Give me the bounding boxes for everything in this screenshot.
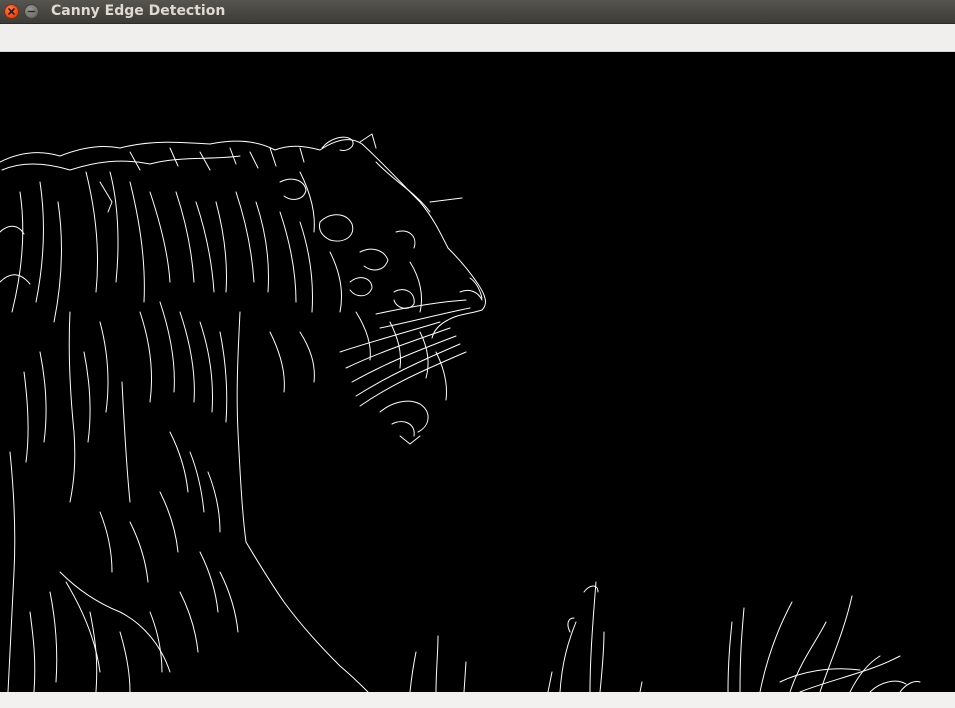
window-title: Canny Edge Detection bbox=[51, 3, 226, 19]
minimize-button[interactable] bbox=[24, 4, 39, 19]
close-button[interactable] bbox=[4, 4, 19, 19]
toolbar-area bbox=[0, 24, 955, 52]
app-window: Canny Edge Detection bbox=[0, 0, 955, 708]
title-bar[interactable]: Canny Edge Detection bbox=[0, 0, 955, 24]
close-icon bbox=[8, 8, 15, 15]
image-canvas[interactable] bbox=[0, 52, 955, 692]
minimize-icon bbox=[27, 10, 36, 13]
edge-image bbox=[0, 133, 921, 692]
status-bar bbox=[0, 692, 955, 708]
